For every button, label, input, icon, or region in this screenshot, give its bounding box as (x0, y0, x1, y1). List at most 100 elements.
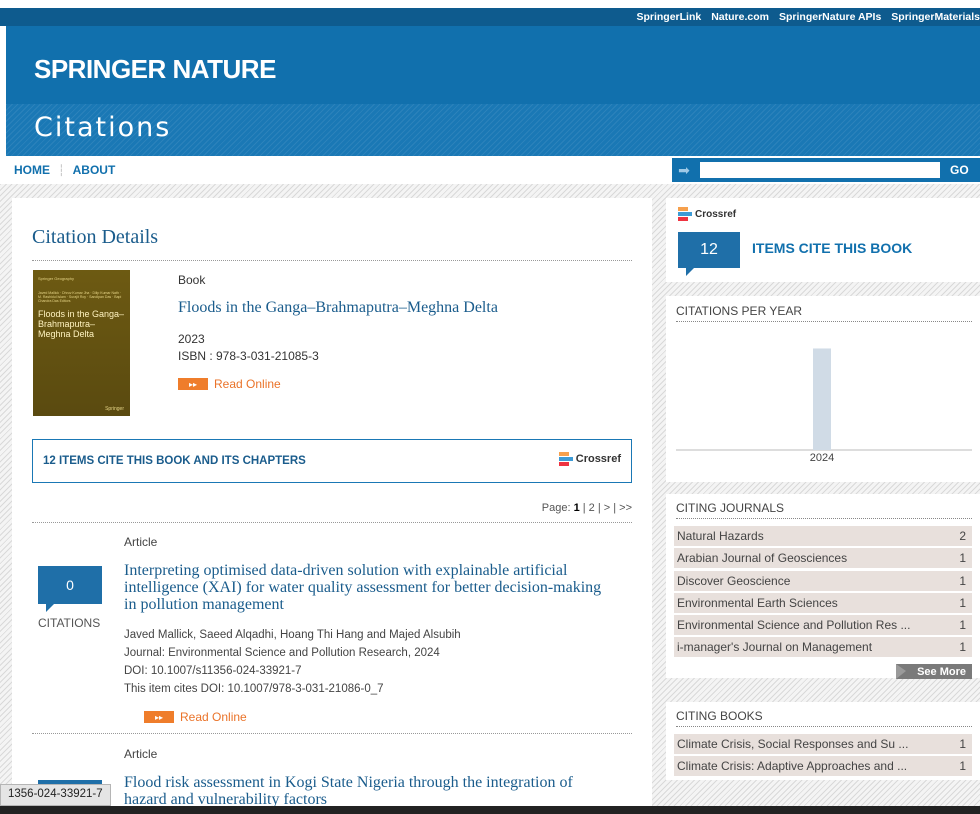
book-year: 2023 (178, 332, 205, 346)
cite-count-badge[interactable]: 12 (678, 232, 740, 276)
bottom-edge (0, 806, 980, 814)
link-nature[interactable]: Nature.com (711, 11, 769, 23)
crossref-icon (678, 207, 692, 221)
pager-current: 1 (573, 502, 580, 514)
journal-count: 2 (959, 529, 966, 543)
crossref-panel: Crossref 12 ITEMS CITE THIS BOOK (666, 198, 980, 282)
cite-count-text[interactable]: ITEMS CITE THIS BOOK (752, 240, 912, 256)
cover-publisher: Springer Geography (38, 276, 75, 281)
item-cites: This item cites DOI: 10.1007/978-3-031-2… (124, 683, 384, 695)
book-title[interactable]: Floods in the Ganga–Brahmaputra–Meghna D… (178, 299, 498, 317)
journal-name: Environmental Science and Pollution Res … (677, 618, 911, 632)
search-go-button[interactable]: GO (950, 163, 969, 177)
citations-per-year-panel: CITATIONS PER YEAR 2024 (666, 296, 980, 482)
read-online-icon: ▸▸ (178, 378, 208, 390)
book-name: Climate Crisis: Adaptive Approaches and … (677, 759, 908, 773)
brand-banner: SPRINGER NATURE (6, 26, 980, 106)
journal-count: 1 (959, 574, 966, 588)
divider (32, 260, 632, 261)
read-online-label: Read Online (214, 377, 281, 391)
journal-name: Arabian Journal of Geosciences (677, 551, 848, 565)
book-cover[interactable]: Springer Geography Javed Mallick · Dhruv… (33, 270, 130, 416)
nav-home[interactable]: HOME (14, 163, 50, 177)
item-read-online-button[interactable]: ▸▸ Read Online (144, 710, 247, 724)
link-springerlink[interactable]: SpringerLink (636, 11, 701, 23)
citation-details-panel: Citation Details Springer Geography Jave… (12, 198, 652, 814)
link-apis[interactable]: SpringerNature APIs (779, 11, 881, 23)
see-more-button[interactable]: See More (896, 664, 972, 679)
cover-title: Floods in the Ganga– Brahmaputra– Meghna… (38, 309, 125, 339)
chart-tick-label: 2024 (810, 452, 834, 464)
citation-count-label: CITATIONS (38, 616, 101, 630)
journal-count: 1 (959, 596, 966, 610)
book-row[interactable]: Climate Crisis: Adaptive Approaches and … (674, 756, 972, 776)
journal-row[interactable]: Discover Geoscience 1 (674, 571, 972, 591)
crossref-wordmark: Crossref (695, 208, 737, 220)
pager: Page: 1 | 2 | > | >> (542, 502, 632, 514)
journal-row[interactable]: Arabian Journal of Geosciences 1 (674, 548, 972, 568)
divider (32, 733, 632, 734)
read-online-label: Read Online (180, 710, 247, 724)
item-doi[interactable]: DOI: 10.1007/s11356-024-33921-7 (124, 665, 302, 677)
citations-banner: Citations (6, 104, 980, 156)
pager-label: Page: (541, 502, 571, 514)
springer-nature-logo[interactable]: SPRINGER NATURE (34, 54, 276, 85)
read-online-icon: ▸▸ (144, 711, 174, 723)
arrow-right-icon: ➡ (678, 161, 690, 178)
nav-separator: ┆ (58, 164, 65, 177)
journal-name: i-manager's Journal on Management (677, 640, 873, 654)
page-title: Citation Details (32, 226, 159, 248)
nav-about[interactable]: ABOUT (73, 163, 116, 177)
journal-count: 1 (959, 640, 966, 654)
item-title[interactable]: Interpreting optimised data-driven solut… (124, 562, 614, 613)
book-name: Climate Crisis, Social Responses and Su … (677, 737, 909, 751)
cover-imprint: Springer (105, 406, 124, 412)
book-isbn: ISBN : 978-3-031-21085-3 (178, 349, 319, 363)
item-authors: Javed Mallick, Saeed Alqadhi, Hoang Thi … (124, 629, 461, 641)
citing-books-panel: CITING BOOKS Climate Crisis, Social Resp… (666, 702, 980, 780)
item-type: Article (124, 535, 158, 549)
cover-authors: Javed Mallick · Dhruv Kumar Jha · Dilip … (38, 291, 122, 303)
journal-name: Discover Geoscience (677, 574, 791, 588)
cite-count-text: 12 ITEMS CITE THIS BOOK AND ITS CHAPTERS (43, 455, 306, 467)
crossref-logo: Crossref (558, 452, 621, 466)
crossref-wordmark: Crossref (575, 453, 621, 465)
cite-count-box[interactable]: 12 ITEMS CITE THIS BOOK AND ITS CHAPTERS… (32, 439, 632, 483)
chart-bar-2024 (813, 348, 831, 450)
book-type: Book (178, 273, 206, 287)
journal-row[interactable]: Environmental Science and Pollution Res … (674, 615, 972, 635)
top-links-bar: SpringerLink Nature.com SpringerNature A… (0, 8, 980, 26)
item-title[interactable]: Flood risk assessment in Kogi State Nige… (124, 774, 614, 808)
divider (676, 726, 972, 727)
crossref-icon (558, 452, 573, 466)
divider (32, 522, 632, 523)
pager-links[interactable]: | 2 | > | >> (583, 502, 632, 514)
status-bar-url: 1356-024-33921-7 (0, 784, 111, 806)
book-read-online-button[interactable]: ▸▸ Read Online (178, 377, 281, 391)
journal-count: 1 (959, 551, 966, 565)
journal-name: Environmental Earth Sciences (677, 596, 838, 610)
section-title: Citations (34, 112, 172, 143)
journal-row[interactable]: Natural Hazards 2 (674, 526, 972, 546)
item-type: Article (124, 747, 158, 761)
journal-name: Natural Hazards (677, 529, 764, 543)
book-count: 1 (959, 759, 966, 773)
link-springermaterials[interactable]: SpringerMaterials (891, 11, 980, 23)
search-bar: ➡ GO (672, 158, 980, 182)
top-strip (0, 0, 980, 8)
item-journal: Journal: Environmental Science and Pollu… (124, 647, 440, 659)
book-row[interactable]: Climate Crisis, Social Responses and Su … (674, 734, 972, 754)
journal-row[interactable]: Environmental Earth Sciences 1 (674, 593, 972, 613)
crossref-logo: Crossref (678, 207, 736, 221)
divider (676, 518, 972, 519)
citing-journals-panel: CITING JOURNALS Natural Hazards 2 Arabian… (666, 494, 980, 679)
book-count: 1 (959, 737, 966, 751)
citation-count-badge[interactable]: 0 (38, 566, 102, 612)
citations-per-year-chart: 2024 (676, 348, 972, 464)
main-nav: HOME ┆ ABOUT (14, 163, 115, 177)
journal-row[interactable]: i-manager's Journal on Management 1 (674, 637, 972, 657)
search-input[interactable] (700, 162, 940, 178)
per-year-title: CITATIONS PER YEAR (676, 304, 803, 318)
citing-books-title: CITING BOOKS (676, 709, 763, 723)
divider (676, 321, 972, 322)
